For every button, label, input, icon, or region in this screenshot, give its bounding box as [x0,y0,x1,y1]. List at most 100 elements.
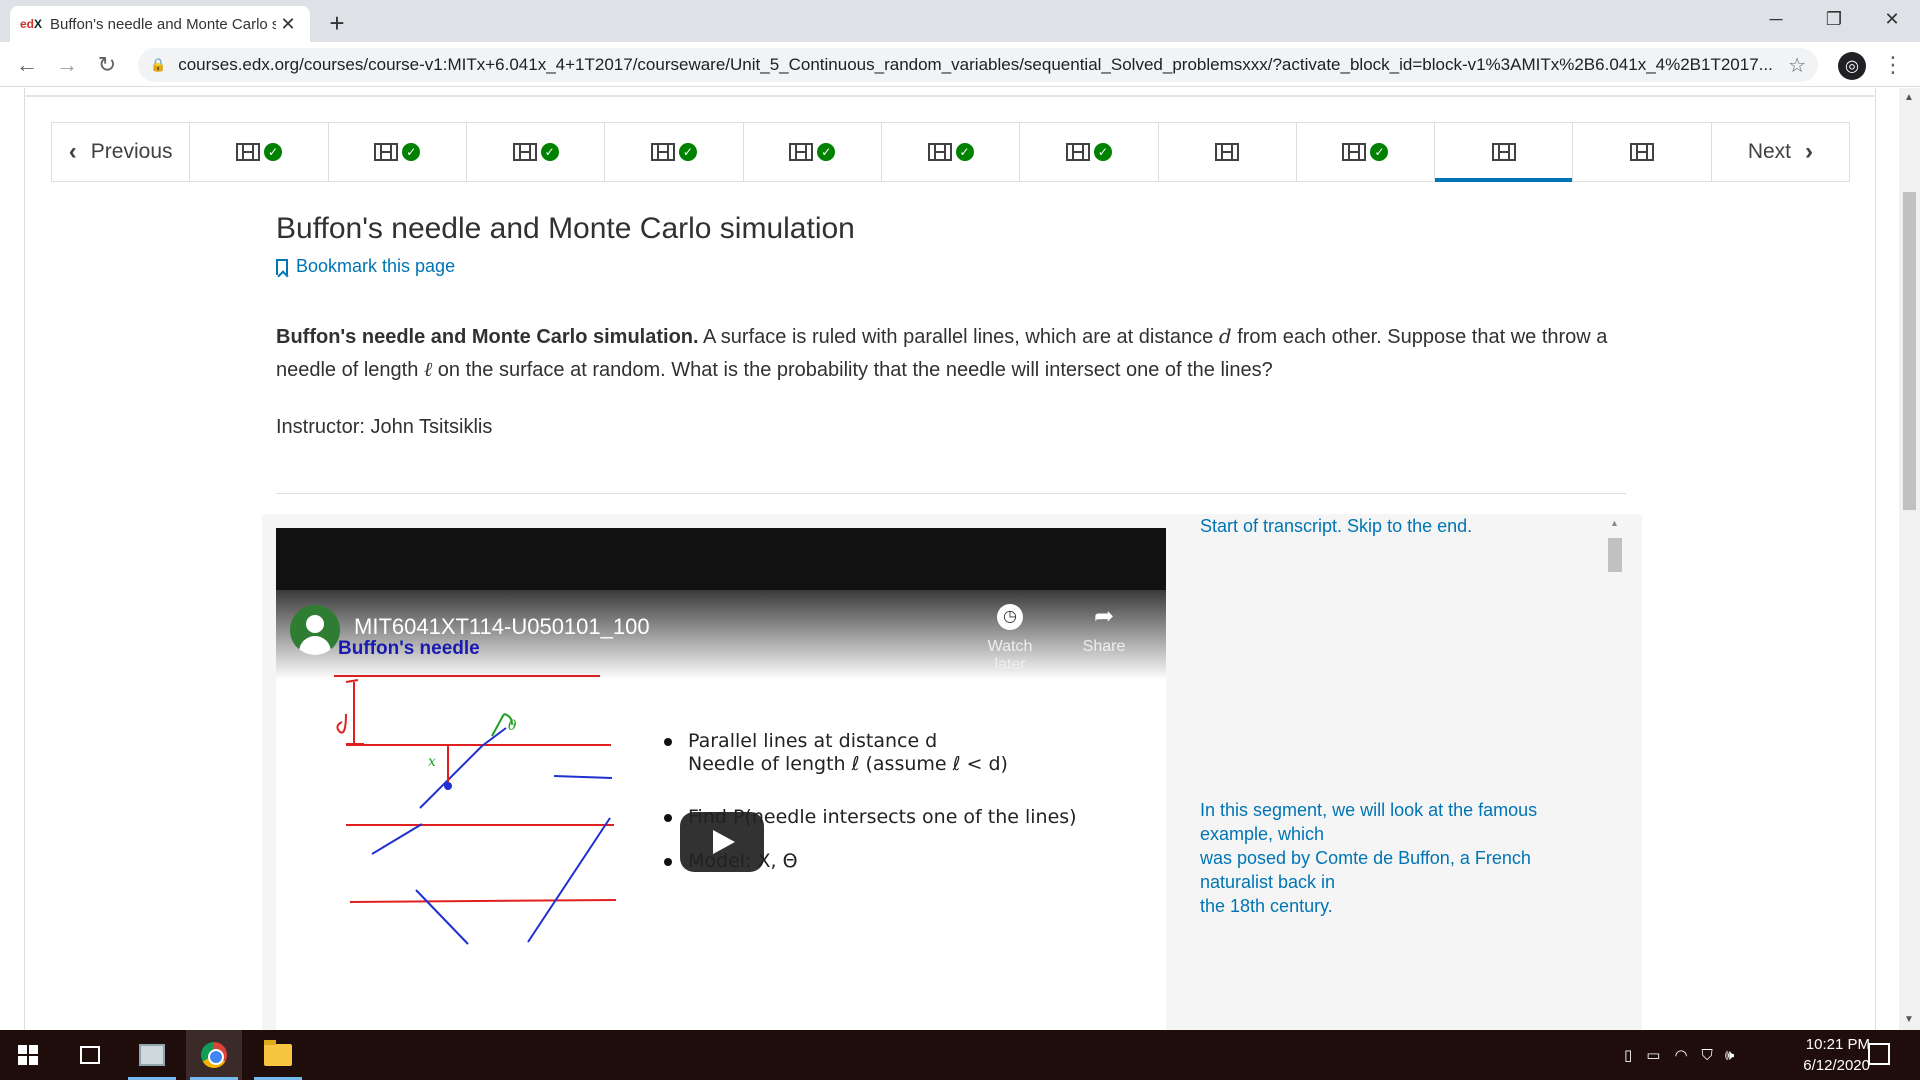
youtube-video-title[interactable]: MIT6041XT114-U050101_100 [354,614,650,640]
watch-later-label: Watch later [987,638,1033,673]
sequence-item-7[interactable]: ✓ [1020,123,1159,181]
scroll-up-icon[interactable]: ▲ [1610,518,1619,528]
tablet-icon[interactable]: ▯ [1624,1046,1632,1064]
share-icon: ➦ [1093,603,1115,630]
watch-later-button[interactable]: ◷ Watch later [970,604,1050,674]
video-icon [789,143,814,161]
new-tab-icon[interactable]: + [322,8,352,39]
browser-tab-bar: edX Buffon's needle and Monte Carlo simu… [0,0,1920,42]
taskbar-app[interactable] [124,1030,180,1080]
scroll-up-icon[interactable]: ▲ [1904,92,1914,103]
next-label: Next [1747,140,1791,163]
transcript-scrollbar[interactable]: ▲ [1608,518,1622,1008]
reload-icon[interactable]: ↻ [92,50,122,80]
sequence-item-8[interactable] [1159,123,1297,181]
problem-description: Buffon's needle and Monte Carlo simulati… [276,320,1636,386]
svg-text:θ: θ [508,718,517,734]
sequence-item-10[interactable] [1435,123,1574,182]
app-window-icon [139,1044,165,1066]
share-button[interactable]: ➦ Share [1064,604,1144,656]
completed-check-icon: ✓ [263,143,282,161]
volume-icon[interactable]: 🕪 [1725,1047,1734,1064]
action-center-icon[interactable] [1868,1043,1890,1065]
windows-taskbar: ▯ ▭ ◠ ⛉ 🕪 10:21 PM 6/12/2020 [0,1030,1920,1080]
instructor-text: Instructor: John Tsitsiklis [276,416,493,438]
page-title: Buffon's needle and Monte Carlo simulati… [276,212,855,245]
video-letterbox [276,528,1166,590]
bookmark-button[interactable]: Bookmark this page [276,256,455,277]
completed-check-icon: ✓ [540,143,559,161]
previous-label: Previous [90,140,173,163]
profile-avatar-icon[interactable]: ◎ [1838,52,1866,80]
url-input[interactable]: 🔒 courses.edx.org/courses/course-v1:MITx… [138,48,1818,82]
transcript-line[interactable]: was posed by Comte de Buffon, a French n… [1200,846,1560,894]
video-icon [512,143,537,161]
next-button[interactable]: Next › [1712,123,1849,181]
page-scroll-thumb[interactable] [1903,192,1916,510]
clock-icon: ◷ [997,604,1023,630]
video-icon [650,143,675,161]
completed-check-icon: ✓ [817,143,836,161]
channel-avatar-icon[interactable] [290,605,340,655]
video-player[interactable]: θ x Parallel lines at distance d Needle … [276,528,1166,1030]
scroll-thumb[interactable] [1608,538,1622,572]
bullet-item-continued: Needle of length ℓ (assume ℓ < d) [688,753,1008,775]
chevron-right-icon: › [1805,138,1813,165]
play-button[interactable] [680,812,764,872]
clock-time: 10:21 PM [1805,1036,1870,1053]
wifi-icon[interactable]: ◠ [1674,1046,1687,1064]
forward-icon[interactable]: → [52,50,82,80]
transcript-line[interactable]: the 18th century. [1200,894,1560,918]
frame-right [1875,88,1876,1030]
completed-check-icon: ✓ [678,143,697,161]
browser-menu-icon[interactable]: ⋮ [1882,52,1904,78]
tab-close-icon[interactable]: ✕ [276,14,300,35]
sequence-item-5[interactable]: ✓ [744,123,882,181]
completed-check-icon: ✓ [1370,143,1389,161]
bookmark-label: Bookmark this page [296,256,456,276]
chrome-taskbar-button[interactable] [186,1030,242,1080]
task-view-icon [80,1046,100,1064]
security-shield-icon[interactable]: ⛉ [1702,1047,1713,1064]
sequence-item-2[interactable]: ✓ [329,123,467,181]
completed-check-icon: ✓ [1093,143,1112,161]
video-icon [1491,143,1516,161]
system-tray: ▯ ▭ ◠ ⛉ 🕪 [1624,1030,1734,1080]
skip-transcript-link[interactable]: Start of transcript. Skip to the end. [1200,514,1560,538]
taskbar-clock[interactable]: 10:21 PM 6/12/2020 [1760,1034,1870,1076]
chrome-icon [201,1042,227,1068]
clock-date: 6/12/2020 [1803,1057,1870,1074]
address-bar-row: ← → ↻ 🔒 courses.edx.org/courses/course-v… [0,42,1920,87]
page-scrollbar[interactable]: ▲ ▼ [1899,88,1920,1030]
frame-left [24,88,25,1030]
previous-button[interactable]: ‹ Previous [52,123,191,181]
url-text: courses.edx.org/courses/course-v1:MITx+6… [178,55,1773,74]
battery-icon[interactable]: ▭ [1646,1046,1660,1064]
description-bold: Buffon's needle and Monte Carlo simulati… [276,326,699,348]
windows-logo-icon [18,1045,38,1065]
start-button[interactable] [0,1030,56,1080]
browser-tab[interactable]: edX Buffon's needle and Monte Carlo simu… [10,6,310,42]
back-icon[interactable]: ← [12,50,42,80]
divider [24,95,1876,97]
scroll-down-icon[interactable]: ▼ [1904,1014,1914,1025]
completed-check-icon: ✓ [402,143,421,161]
sequence-item-3[interactable]: ✓ [467,123,606,181]
video-icon [1630,143,1655,161]
transcript-line[interactable]: In this segment, we will look at the fam… [1200,798,1560,846]
description-text: on the surface at random. What is the pr… [432,359,1273,381]
bookmark-star-icon[interactable]: ☆ [1788,53,1806,78]
video-icon [374,143,399,161]
sequence-item-4[interactable]: ✓ [605,123,744,181]
close-window-icon[interactable]: ✕ [1858,0,1920,38]
video-block: θ x Parallel lines at distance d Needle … [262,514,1642,1030]
sequence-item-6[interactable]: ✓ [882,123,1021,181]
variable-d: d [1218,324,1232,348]
sequence-item-9[interactable]: ✓ [1297,123,1436,181]
task-view-button[interactable] [62,1030,118,1080]
file-explorer-button[interactable] [250,1030,306,1080]
video-icon [1065,143,1090,161]
sequence-item-11[interactable] [1573,123,1712,181]
sequence-item-1[interactable]: ✓ [190,123,329,181]
video-icon [927,143,952,161]
